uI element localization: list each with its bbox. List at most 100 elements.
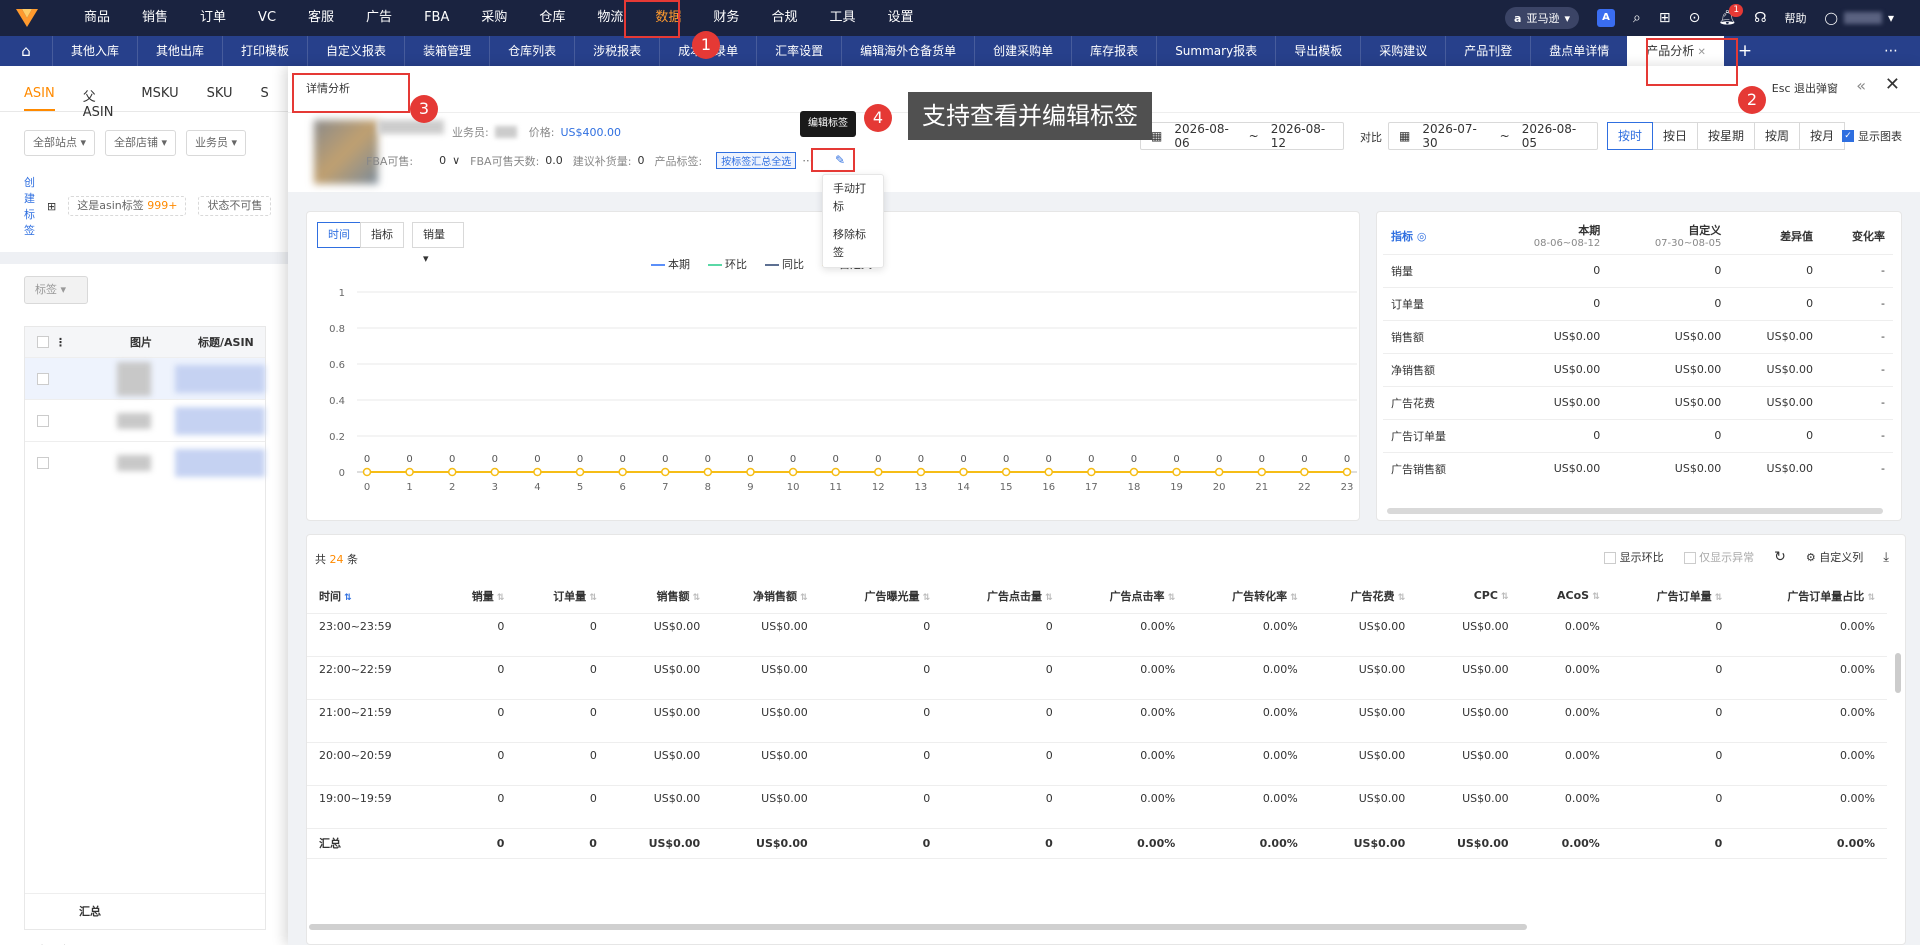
filter-select-0[interactable]: 全部站点 ▾ (24, 130, 96, 156)
logo[interactable] (0, 0, 54, 36)
data-point[interactable] (1300, 467, 1309, 477)
granularity-4[interactable]: 按月 (1799, 122, 1846, 150)
data-point[interactable] (661, 467, 670, 477)
tab-5[interactable]: 仓库列表 (489, 36, 574, 66)
tab-2[interactable]: 打印模板 (222, 36, 307, 66)
tab-0[interactable]: 其他入库 (52, 36, 137, 66)
menu-item-2[interactable]: 订单 (184, 0, 242, 36)
th-8[interactable]: 广告转化率 ⇅ (1187, 579, 1310, 614)
th-4[interactable]: 净销售额 ⇅ (712, 579, 820, 614)
data-point[interactable] (1214, 467, 1224, 477)
headset-icon[interactable]: ☊ (1754, 10, 1766, 26)
subtab-2[interactable]: MSKU (141, 86, 178, 111)
menu-item-6[interactable]: FBA (408, 0, 465, 36)
tab-14[interactable]: 采购建议 (1360, 36, 1445, 66)
table-row[interactable] (25, 399, 265, 441)
th-10[interactable]: CPC ⇅ (1417, 579, 1521, 614)
tab-9[interactable]: 编辑海外仓备货单 (841, 36, 974, 66)
th-11[interactable]: ACoS ⇅ (1520, 579, 1612, 614)
menu-item-7[interactable]: 采购 (465, 0, 523, 36)
download-icon[interactable]: ⤓ (1883, 550, 1889, 565)
row-checkbox[interactable] (37, 372, 49, 385)
user-menu[interactable]: ◯ ▾ (1825, 11, 1894, 25)
tab-11[interactable]: 库存报表 (1071, 36, 1156, 66)
subtab-0[interactable]: ASIN (24, 86, 55, 111)
th-13[interactable]: 广告订单量占比 ⇅ (1734, 579, 1887, 614)
data-point[interactable] (1001, 467, 1011, 477)
help-link[interactable]: 帮助 (1785, 10, 1807, 26)
data-point[interactable] (788, 467, 798, 477)
collapse-icon[interactable]: « (1856, 76, 1866, 95)
close-icon[interactable]: ✕ (1885, 74, 1900, 95)
table-hscrollbar[interactable] (309, 924, 1527, 930)
tag-action-0[interactable]: 手动打标 (823, 175, 883, 221)
only-abnormal-toggle[interactable]: 仅显示异常 (1683, 549, 1754, 565)
data-point[interactable] (618, 467, 627, 477)
show-mom-checkbox[interactable] (1604, 552, 1617, 564)
product-tag-chip[interactable]: 按标签汇总全选 (716, 152, 797, 169)
show-chart-toggle[interactable]: ✓ 显示图表 (1842, 128, 1902, 144)
data-point[interactable] (1172, 467, 1181, 477)
help-icon[interactable]: ◎ (1417, 230, 1427, 243)
data-point[interactable] (959, 467, 968, 477)
data-point[interactable] (746, 467, 755, 477)
grid-icon[interactable]: ⊞ (47, 200, 56, 213)
menu-item-14[interactable]: 设置 (871, 0, 929, 36)
ai-icon[interactable]: A (1597, 9, 1615, 27)
table-row[interactable]: 23:00~23:59 0 0 US$0.00 US$0.00 0 0 0.00% 0.00% U… (307, 613, 1887, 657)
menu-item-5[interactable]: 广告 (350, 0, 408, 36)
chevron-down-icon[interactable]: ∨ (452, 154, 460, 167)
sort-icon[interactable]: ⇅ (586, 593, 597, 603)
time-mode-button[interactable]: 时间 (317, 222, 361, 248)
refresh-icon[interactable]: ↻ (1774, 549, 1786, 565)
product-title[interactable] (175, 364, 265, 393)
search-icon[interactable]: ⌕ (1633, 10, 1641, 26)
home-icon[interactable]: ⌂ (0, 36, 52, 66)
sort-icon[interactable]: ⇅ (1498, 592, 1509, 602)
sort-icon[interactable]: ⇅ (690, 593, 701, 603)
table-row[interactable]: 19:00~19:59 0 0 US$0.00 US$0.00 0 0 0.00% 0.00% U… (307, 785, 1887, 829)
menu-item-13[interactable]: 工具 (813, 0, 871, 36)
th-1[interactable]: 销量 ⇅ (438, 579, 517, 614)
data-point[interactable] (874, 467, 883, 477)
sort-icon[interactable]: ⇅ (1864, 593, 1875, 603)
data-point[interactable] (703, 467, 713, 477)
sort-icon[interactable]: ⇅ (920, 593, 931, 603)
tab-3[interactable]: 自定义报表 (307, 36, 404, 66)
metric-select[interactable]: 销量 ▾ (412, 222, 464, 265)
granularity-2[interactable]: 按星期 (1697, 122, 1756, 150)
custom-columns-button[interactable]: ⚙ 自定义列 (1806, 549, 1863, 565)
th-3[interactable]: 销售额 ⇅ (608, 579, 713, 614)
table-row[interactable] (25, 357, 265, 399)
row-checkbox[interactable] (37, 414, 49, 427)
tab-8[interactable]: 汇率设置 (756, 36, 841, 66)
show-chart-checkbox[interactable]: ✓ (1842, 130, 1854, 142)
data-point[interactable] (362, 467, 372, 477)
data-point[interactable] (916, 467, 926, 477)
metrics-scrollbar[interactable] (1387, 508, 1883, 514)
data-point[interactable] (1342, 467, 1352, 477)
metric-mode-button[interactable]: 指标 (360, 222, 404, 248)
product-title[interactable] (175, 448, 265, 477)
tab-16[interactable]: 盘点单详情 (1530, 36, 1627, 66)
menu-item-4[interactable]: 客服 (292, 0, 350, 36)
data-point[interactable] (1257, 467, 1267, 477)
tab-6[interactable]: 涉税报表 (574, 36, 659, 66)
sort-icon[interactable]: ⇅ (1165, 593, 1176, 603)
data-point[interactable] (831, 467, 840, 477)
tag-action-1[interactable]: 移除标签 (823, 221, 883, 267)
data-point[interactable] (447, 467, 457, 477)
table-vscrollbar[interactable] (1895, 653, 1901, 693)
data-point[interactable] (533, 467, 542, 477)
data-point[interactable] (405, 467, 414, 477)
data-point[interactable] (1129, 467, 1139, 477)
bell-icon[interactable]: 🔔︎ 1 (1718, 4, 1744, 26)
product-title[interactable] (175, 406, 265, 435)
status-chip[interactable]: 状态不可售 (198, 196, 272, 216)
menu-item-3[interactable]: VC (242, 0, 292, 36)
row-checkbox[interactable] (37, 456, 49, 469)
marketplace-select[interactable]: a 亚马逊 ▾ (1505, 7, 1579, 29)
subtab-3[interactable]: SKU (207, 86, 233, 111)
granularity-3[interactable]: 按周 (1754, 122, 1801, 150)
table-row[interactable]: 21:00~21:59 0 0 US$0.00 US$0.00 0 0 0.00% 0.00% U… (307, 699, 1887, 743)
